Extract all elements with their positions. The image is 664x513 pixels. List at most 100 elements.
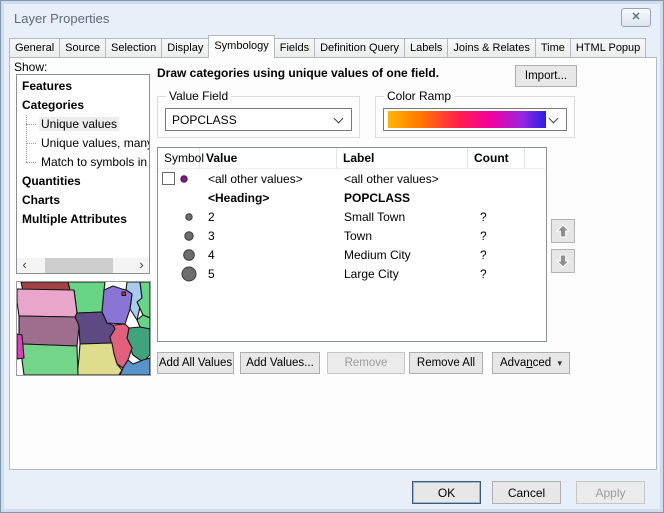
color-ramp-dropdown[interactable]: [383, 108, 567, 131]
tree-item-label: Unique values, many: [39, 136, 150, 150]
all-other-values-symbol-icon: [175, 171, 191, 187]
show-label: Show:: [14, 60, 47, 74]
tree-item-match-symbols[interactable]: Match to symbols in a: [17, 153, 149, 172]
show-tree: Features Categories Unique values Unique…: [16, 74, 150, 274]
tree-item-label: Unique values: [39, 117, 119, 131]
tree-horizontal-scrollbar[interactable]: ‹ ›: [17, 258, 149, 273]
tree-item-unique-values[interactable]: Unique values: [17, 115, 149, 134]
tree-item-quantities[interactable]: Quantities: [17, 172, 149, 191]
map-state: [102, 286, 132, 324]
cell-value: 2: [200, 210, 337, 224]
table-row-3[interactable]: 3 Town ?: [158, 226, 546, 245]
symbology-tab-page: Show: Features Categories Unique values …: [9, 57, 657, 470]
scroll-right-icon[interactable]: ›: [134, 258, 149, 273]
move-down-button[interactable]: [551, 249, 575, 273]
title-bar[interactable]: Layer Properties ✕: [5, 5, 659, 31]
cell-value: <Heading>: [200, 191, 337, 205]
table-header: Symbol Value Label Count: [158, 148, 546, 169]
tab-general[interactable]: General: [9, 38, 60, 58]
graduated-symbol-icon: [162, 265, 198, 283]
column-header-symbol[interactable]: Symbol: [158, 148, 200, 169]
table-row-all-other-values[interactable]: <all other values> <all other values>: [158, 169, 546, 188]
advanced-button[interactable]: Advanced ▾: [492, 352, 570, 374]
tree-item-label: Match to symbols in a: [39, 155, 150, 169]
close-icon: ✕: [631, 12, 640, 23]
value-field-dropdown[interactable]: POPCLASS: [165, 108, 352, 131]
remove-button[interactable]: Remove: [327, 352, 405, 374]
import-button[interactable]: Import...: [515, 65, 577, 87]
move-up-button[interactable]: [551, 219, 575, 243]
map-state: [17, 289, 77, 317]
graduated-symbol-icon: [162, 208, 198, 226]
add-all-values-button[interactable]: Add All Values: [157, 352, 234, 374]
tree-connector: [26, 124, 36, 125]
layer-properties-dialog: Layer Properties ✕ General Source Select…: [0, 0, 664, 513]
add-values-button[interactable]: Add Values...: [240, 352, 320, 374]
scrollbar-track[interactable]: [32, 258, 134, 273]
tab-source[interactable]: Source: [60, 38, 106, 58]
cell-value: 5: [200, 267, 337, 281]
graduated-symbol-icon: [162, 227, 198, 245]
tree-item-categories[interactable]: Categories: [17, 96, 149, 115]
close-button[interactable]: ✕: [621, 8, 651, 27]
map-state: [19, 316, 79, 346]
window-title: Layer Properties: [14, 11, 109, 26]
table-row-5[interactable]: 5 Large City ?: [158, 264, 546, 283]
tree-item-unique-values-many[interactable]: Unique values, many: [17, 134, 149, 153]
map-preview-image: [17, 282, 150, 375]
tab-time[interactable]: Time: [536, 38, 571, 58]
table-row-4[interactable]: 4 Medium City ?: [158, 245, 546, 264]
tree-connector: [26, 162, 36, 163]
tree-item-features[interactable]: Features: [17, 77, 149, 96]
cell-label: POPCLASS: [337, 191, 468, 205]
map-preview: [16, 281, 151, 376]
color-ramp-label: Color Ramp: [384, 89, 454, 103]
cell-value: <all other values>: [200, 172, 337, 186]
graduated-symbol-icon: [162, 246, 198, 264]
cell-value: 4: [200, 248, 337, 262]
tab-strip: General Source Selection Display Symbolo…: [9, 35, 657, 58]
cancel-button[interactable]: Cancel: [492, 481, 561, 504]
column-header-label[interactable]: Label: [337, 148, 468, 169]
page-heading: Draw categories using unique values of o…: [157, 66, 439, 80]
map-marker: [122, 292, 126, 296]
value-field-selected: POPCLASS: [166, 113, 335, 127]
tab-definition-query[interactable]: Definition Query: [315, 38, 405, 58]
cell-count: ?: [468, 210, 525, 224]
tab-joins-relates[interactable]: Joins & Relates: [448, 38, 535, 58]
scrollbar-thumb[interactable]: [45, 258, 113, 273]
dropdown-arrow-icon: ▾: [557, 358, 562, 369]
cell-count: ?: [468, 229, 525, 243]
tab-selection[interactable]: Selection: [106, 38, 162, 58]
table-row-heading[interactable]: <Heading> POPCLASS: [158, 188, 546, 207]
scroll-left-icon[interactable]: ‹: [17, 258, 32, 273]
cell-label: <all other values>: [337, 172, 468, 186]
remove-all-button[interactable]: Remove All: [409, 352, 483, 374]
tab-display[interactable]: Display: [162, 38, 209, 58]
cell-label: Small Town: [337, 210, 468, 224]
cell-label: Town: [337, 229, 468, 243]
value-field-label: Value Field: [166, 89, 231, 103]
apply-button[interactable]: Apply: [576, 481, 645, 504]
down-arrow-icon: [555, 253, 571, 269]
tab-fields[interactable]: Fields: [275, 38, 315, 58]
value-field-group: Value Field POPCLASS: [157, 96, 360, 138]
table-row-2[interactable]: 2 Small Town ?: [158, 207, 546, 226]
color-ramp-group: Color Ramp: [375, 96, 575, 138]
cell-label: Large City: [337, 267, 468, 281]
tab-symbology[interactable]: Symbology: [208, 35, 274, 58]
column-header-count[interactable]: Count: [468, 148, 525, 169]
tree-item-multiple-attributes[interactable]: Multiple Attributes: [17, 210, 149, 229]
tab-html-popup[interactable]: HTML Popup: [571, 38, 646, 58]
color-ramp-swatch: [388, 111, 546, 128]
all-other-values-checkbox[interactable]: [162, 172, 175, 185]
unique-values-table: Symbol Value Label Count <all other valu…: [157, 147, 547, 342]
cell-count: ?: [468, 248, 525, 262]
advanced-button-label: Advanced: [500, 357, 551, 369]
tree-item-charts[interactable]: Charts: [17, 191, 149, 210]
tree-connector: [26, 143, 36, 144]
ok-button[interactable]: OK: [412, 481, 481, 504]
cell-label: Medium City: [337, 248, 468, 262]
tab-labels[interactable]: Labels: [405, 38, 448, 58]
column-header-value[interactable]: Value: [200, 148, 337, 169]
